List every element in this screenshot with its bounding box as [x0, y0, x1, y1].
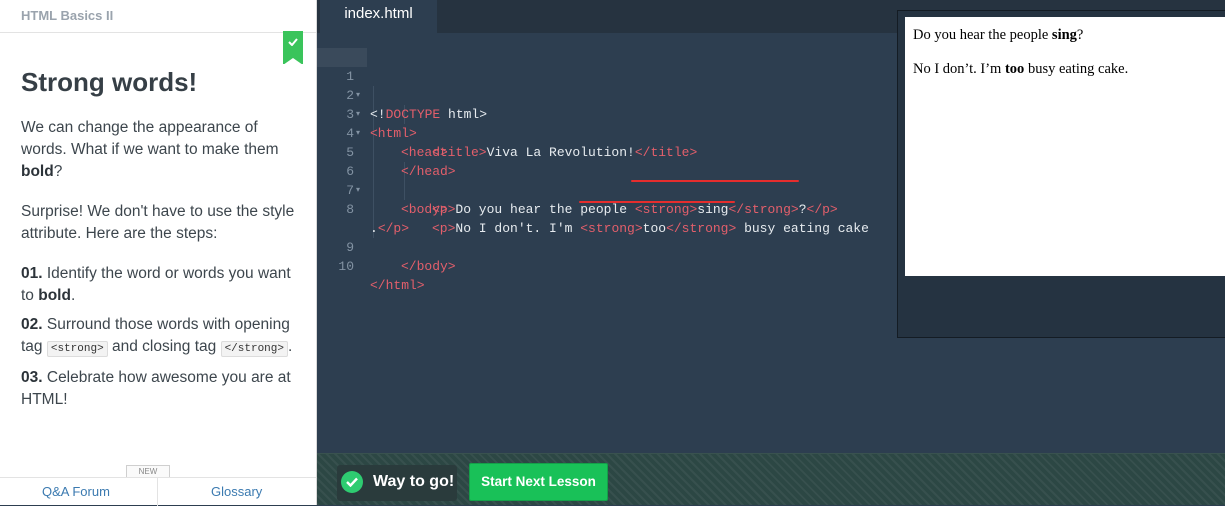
strong-tag-underline	[579, 201, 735, 203]
code-lines[interactable]: 1 ▾ <!DOCTYPE html> 2 ▾ <html> 3 ▾ <head…	[317, 48, 869, 293]
code-line-8[interactable]: 8 <p>No I don't. I'm <strong>too</strong…	[317, 181, 869, 236]
checkmark-icon	[288, 38, 298, 46]
code-chip-close-tag: </strong>	[220, 341, 288, 357]
footer-divider	[157, 478, 158, 506]
success-message: Way to go!	[373, 473, 455, 490]
qa-forum-link[interactable]: Q&A Forum	[42, 484, 110, 499]
code-line-6[interactable]: 6 ▾ <body>	[317, 143, 448, 217]
step-3: 03. Celebrate how awesome you are at HTM…	[21, 369, 291, 408]
check-circle-icon	[341, 471, 363, 493]
code-line-10[interactable]: 10 </html>	[317, 238, 424, 293]
course-title: HTML Basics II	[21, 8, 114, 23]
code-chip-open-tag: <strong>	[46, 341, 108, 357]
intro-paragraph: We can change the appearance of words. W…	[21, 119, 279, 180]
code-line-9[interactable]: 9 </body>	[317, 219, 455, 274]
preview-pane: Do you hear the people sing? No I don’t.…	[905, 17, 1225, 276]
step-1: 01. Identify the word or words you want …	[21, 265, 291, 304]
completed-ribbon	[283, 31, 303, 65]
code-line-1[interactable]: 1 ▾ <!DOCTYPE html>	[317, 48, 487, 122]
surprise-paragraph: Surprise! We don't have to use the style…	[21, 203, 295, 242]
code-line-5[interactable]: 5 </head>	[317, 124, 455, 179]
preview-paragraph-1: Do you hear the people sing?	[913, 27, 1084, 43]
collapsed-tab[interactable]: NEW	[126, 465, 170, 477]
code-line-2[interactable]: 2 ▾ <html>	[317, 67, 417, 141]
fold-arrow-icon[interactable]: ▾	[356, 86, 360, 105]
step-2: 02. Surround those words with opening ta…	[21, 316, 293, 357]
lesson-title: Strong words!	[21, 67, 198, 97]
fold-arrow-icon[interactable]: ▾	[356, 181, 360, 200]
code-line-7[interactable]: 7 <p>Do you hear the people <strong>sing…	[317, 162, 838, 217]
start-next-lesson-button[interactable]: Start Next Lesson	[469, 463, 608, 501]
lesson-footer: Q&A Forum Glossary	[0, 477, 316, 506]
fold-arrow-icon[interactable]: ▾	[356, 105, 360, 124]
code-line-8-wrap[interactable]: .</p>	[317, 200, 409, 236]
code-line-3[interactable]: 3 ▾ <head>	[317, 86, 448, 160]
lesson-instructions: We can change the appearance of words. W…	[21, 117, 301, 418]
line-number: 10	[338, 259, 354, 274]
strong-tag-underline	[631, 180, 799, 182]
glossary-link[interactable]: Glossary	[211, 484, 262, 499]
fold-arrow-icon[interactable]: ▾	[356, 124, 360, 143]
code-line-4[interactable]: 4 <title>Viva La Revolution!</title>	[317, 105, 697, 160]
preview-paragraph-2: No I don’t. I’m too busy eating cake.	[913, 61, 1129, 77]
lesson-panel: HTML Basics II Strong words! We can chan…	[0, 0, 317, 506]
tab-index-html[interactable]: index.html	[320, 0, 437, 35]
lesson-header: HTML Basics II	[0, 0, 316, 33]
